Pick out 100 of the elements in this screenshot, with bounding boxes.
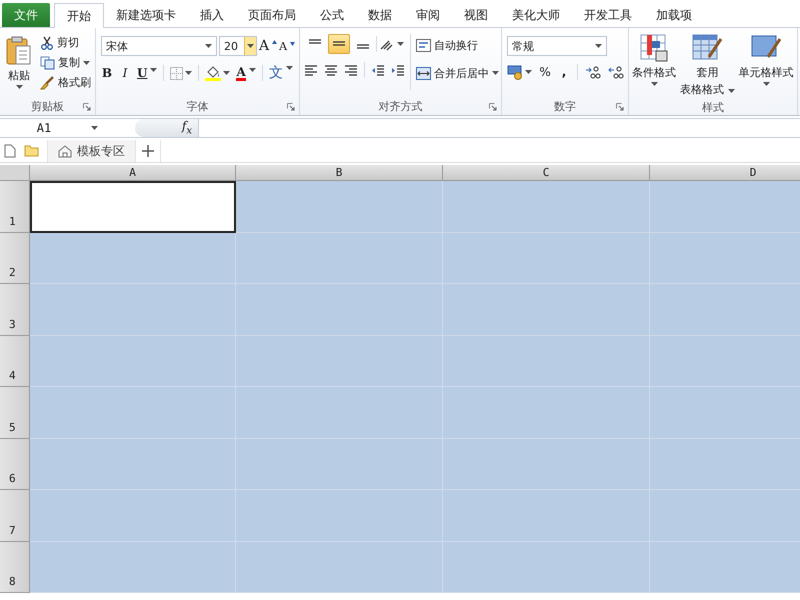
dialog-launcher-icon[interactable] — [287, 103, 296, 111]
row-header[interactable]: 5 — [0, 387, 30, 438]
grid-cell[interactable] — [650, 387, 800, 438]
increase-decimal-icon[interactable] — [585, 66, 602, 78]
row-header[interactable]: 4 — [0, 336, 30, 387]
underline-button[interactable]: U — [137, 66, 158, 80]
percent-button[interactable]: % — [539, 65, 552, 79]
italic-button[interactable]: I — [119, 66, 131, 80]
grid-cell[interactable] — [236, 232, 443, 284]
ribbon-tab[interactable]: 文件 — [2, 3, 50, 27]
ribbon-tab[interactable]: 加载项 — [644, 3, 704, 27]
ribbon-tab[interactable]: 新建选项卡 — [104, 3, 188, 27]
grid-cell[interactable] — [236, 490, 443, 542]
copy-button[interactable]: 复制 — [40, 52, 91, 72]
grid-cell[interactable] — [30, 336, 236, 387]
grid-cell[interactable] — [30, 232, 236, 284]
ribbon-tab[interactable]: 页面布局 — [236, 3, 308, 27]
format-painter-button[interactable]: 格式刷 — [40, 72, 91, 92]
text-orientation-icon[interactable] — [379, 38, 396, 50]
dialog-launcher-icon[interactable] — [616, 103, 624, 111]
style-button[interactable]: 单元格样式 — [738, 31, 795, 88]
new-document-icon[interactable] — [4, 144, 16, 158]
row-header[interactable]: 6 — [0, 438, 30, 490]
bold-button[interactable]: B — [101, 66, 113, 80]
column-header[interactable]: C — [443, 165, 650, 181]
grid-cell[interactable] — [650, 490, 800, 542]
grid-cell[interactable] — [236, 542, 443, 593]
currency-icon[interactable] — [507, 64, 524, 80]
cut-button[interactable]: 剪切 — [40, 32, 91, 52]
middle-align-button[interactable] — [328, 34, 350, 54]
decrease-indent-icon[interactable] — [371, 64, 386, 76]
row-header[interactable]: 7 — [0, 490, 30, 542]
comma-button[interactable]: , — [558, 65, 570, 79]
column-header[interactable]: D — [650, 165, 800, 181]
ribbon-tab[interactable]: 审阅 — [404, 3, 452, 27]
merge-center-button[interactable]: 合并后居中 — [416, 63, 500, 83]
ribbon-tab[interactable]: 插入 — [188, 3, 236, 27]
grid-cell[interactable] — [236, 284, 443, 336]
grid-cell[interactable] — [443, 284, 650, 336]
row-header[interactable]: 1 — [0, 181, 30, 232]
dialog-launcher-icon[interactable] — [83, 103, 91, 111]
number-format-dropdown[interactable]: 常规 — [507, 36, 608, 56]
ribbon-tab[interactable]: 开发工具 — [572, 3, 644, 27]
font-size-dropdown[interactable]: 20 — [219, 36, 257, 56]
paste-button[interactable]: 粘贴 — [4, 34, 34, 91]
font-name-dropdown[interactable]: 宋体 — [101, 36, 217, 56]
grid-cell[interactable] — [443, 438, 650, 490]
ribbon-tab[interactable]: 开始 — [54, 3, 104, 28]
wrap-text-button[interactable]: 自动换行 — [416, 35, 500, 55]
ribbon-tab[interactable]: 视图 — [452, 3, 500, 27]
dialog-launcher-icon[interactable] — [489, 103, 498, 111]
grow-font-button[interactable]: A — [259, 38, 278, 54]
add-tab-icon[interactable] — [142, 145, 154, 157]
style-button[interactable]: 条件格式 — [631, 31, 678, 88]
grid-cell[interactable] — [650, 181, 800, 232]
grid-cell[interactable] — [30, 284, 236, 336]
grid-cell[interactable] — [236, 438, 443, 490]
column-header[interactable]: A — [30, 165, 236, 181]
grid-cell[interactable] — [650, 284, 800, 336]
grid-cell[interactable] — [650, 232, 800, 284]
row-header[interactable]: 8 — [0, 542, 30, 593]
row-header[interactable]: 3 — [0, 284, 30, 336]
borders-icon[interactable] — [170, 66, 184, 80]
increase-indent-icon[interactable] — [391, 64, 406, 76]
column-header[interactable]: B — [236, 165, 443, 181]
grid-cell[interactable] — [443, 232, 650, 284]
fill-color-icon[interactable] — [205, 65, 222, 81]
grid-cell[interactable] — [443, 336, 650, 387]
name-box[interactable]: A1 — [0, 119, 135, 137]
phonetic-button[interactable]: 文 — [268, 64, 293, 82]
folder-icon[interactable] — [24, 145, 39, 157]
ribbon-tab[interactable]: 数据 — [356, 3, 404, 27]
grid-cell[interactable] — [443, 387, 650, 438]
grid-cell[interactable] — [236, 336, 443, 387]
grid-cell[interactable] — [236, 387, 443, 438]
grid-cell[interactable] — [443, 542, 650, 593]
ribbon-tab[interactable]: 美化大师 — [500, 3, 572, 27]
insert-function-button[interactable]: f$_{x}$ — [182, 119, 192, 137]
grid-cell[interactable] — [650, 438, 800, 490]
font-color-button[interactable]: A — [236, 66, 256, 80]
grid-cell[interactable] — [650, 336, 800, 387]
align-center-icon[interactable] — [324, 64, 338, 76]
row-header[interactable]: 2 — [0, 232, 30, 284]
grid-cell[interactable] — [650, 542, 800, 593]
grid-cell[interactable] — [236, 181, 443, 232]
grid-cell[interactable] — [443, 490, 650, 542]
grid-cell[interactable] — [30, 542, 236, 593]
grid-cell[interactable] — [30, 181, 236, 232]
ribbon-tab[interactable]: 公式 — [308, 3, 356, 27]
decrease-decimal-icon[interactable] — [608, 66, 624, 78]
grid-cell[interactable] — [30, 387, 236, 438]
document-tab[interactable]: 模板专区 — [47, 140, 136, 162]
grid-cell[interactable] — [30, 490, 236, 542]
grid-cell[interactable] — [30, 438, 236, 490]
select-all-button[interactable] — [0, 165, 30, 181]
grid-cell[interactable] — [443, 181, 650, 232]
align-right-icon[interactable] — [344, 64, 358, 76]
align-left-icon[interactable] — [304, 64, 318, 76]
shrink-font-button[interactable]: A — [279, 40, 296, 52]
style-button[interactable]: 套用 表格格式 — [679, 31, 736, 99]
